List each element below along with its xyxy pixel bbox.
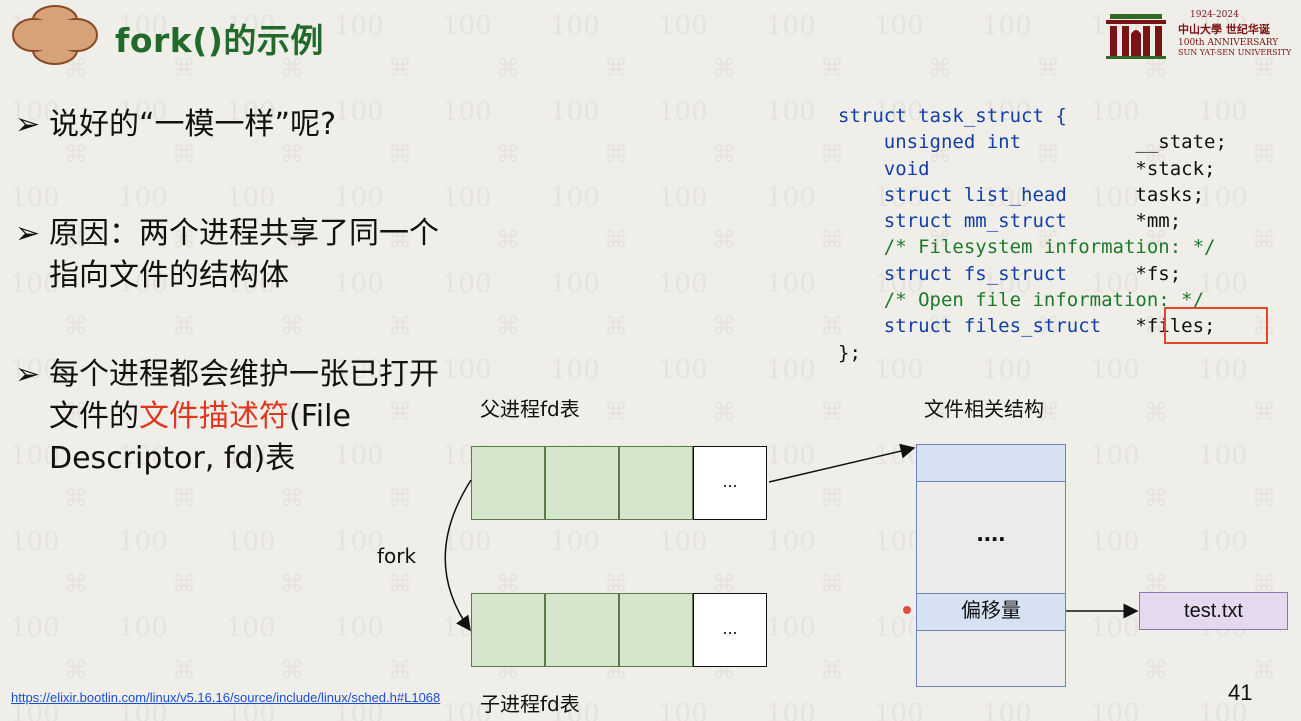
source-link[interactable]: https://elixir.bootlin.com/linux/v5.16.1… (11, 690, 440, 705)
pointer-dot (903, 606, 911, 614)
page-number: 41 (1228, 680, 1253, 705)
parent-to-file-arrow (768, 443, 916, 483)
diagram-arrows (444, 443, 1139, 632)
fork-arrow (444, 479, 472, 632)
